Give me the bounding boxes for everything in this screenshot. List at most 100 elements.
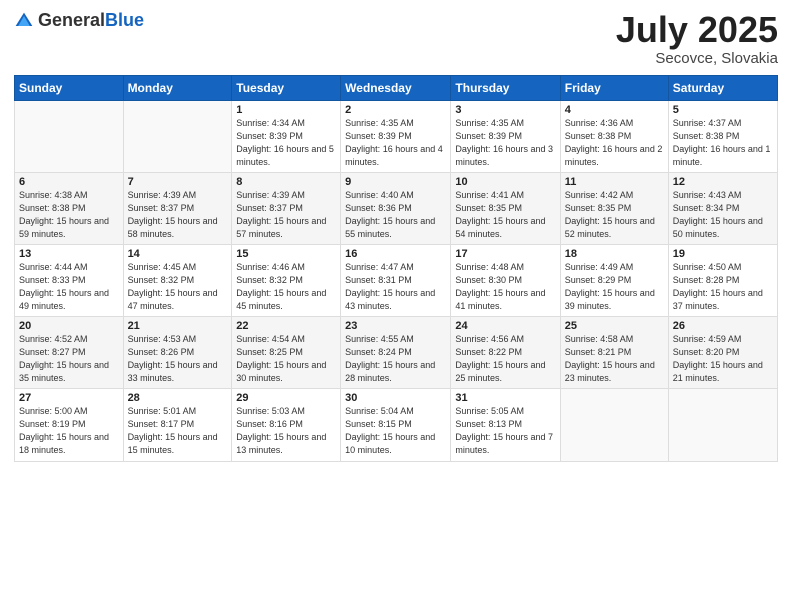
day-info: Sunrise: 4:48 AMSunset: 8:30 PMDaylight:… [455,261,555,313]
table-row: 12Sunrise: 4:43 AMSunset: 8:34 PMDayligh… [668,172,777,244]
day-info: Sunrise: 5:05 AMSunset: 8:13 PMDaylight:… [455,405,555,457]
day-info: Sunrise: 4:47 AMSunset: 8:31 PMDaylight:… [345,261,446,313]
title-block: July 2025 Secovce, Slovakia [616,10,778,67]
day-info: Sunrise: 5:04 AMSunset: 8:15 PMDaylight:… [345,405,446,457]
table-row: 17Sunrise: 4:48 AMSunset: 8:30 PMDayligh… [451,244,560,316]
day-number: 7 [128,176,228,188]
location-subtitle: Secovce, Slovakia [616,50,778,67]
day-number: 30 [345,392,446,404]
table-row: 10Sunrise: 4:41 AMSunset: 8:35 PMDayligh… [451,172,560,244]
table-row: 7Sunrise: 4:39 AMSunset: 8:37 PMDaylight… [123,172,232,244]
header-friday: Friday [560,75,668,100]
page: GeneralBlue July 2025 Secovce, Slovakia … [0,0,792,612]
day-number: 9 [345,176,446,188]
day-number: 14 [128,248,228,260]
day-number: 16 [345,248,446,260]
table-row: 6Sunrise: 4:38 AMSunset: 8:38 PMDaylight… [15,172,124,244]
table-row: 28Sunrise: 5:01 AMSunset: 8:17 PMDayligh… [123,389,232,461]
day-number: 31 [455,392,555,404]
logo: GeneralBlue [14,10,144,31]
day-number: 4 [565,104,664,116]
header-sunday: Sunday [15,75,124,100]
header-monday: Monday [123,75,232,100]
table-row [668,389,777,461]
day-info: Sunrise: 5:00 AMSunset: 8:19 PMDaylight:… [19,405,119,457]
day-info: Sunrise: 4:40 AMSunset: 8:36 PMDaylight:… [345,189,446,241]
day-info: Sunrise: 4:59 AMSunset: 8:20 PMDaylight:… [673,333,773,385]
table-row: 21Sunrise: 4:53 AMSunset: 8:26 PMDayligh… [123,317,232,389]
table-row: 27Sunrise: 5:00 AMSunset: 8:19 PMDayligh… [15,389,124,461]
day-number: 12 [673,176,773,188]
table-row: 3Sunrise: 4:35 AMSunset: 8:39 PMDaylight… [451,100,560,172]
day-number: 8 [236,176,336,188]
table-row: 1Sunrise: 4:34 AMSunset: 8:39 PMDaylight… [232,100,341,172]
week-row-1: 6Sunrise: 4:38 AMSunset: 8:38 PMDaylight… [15,172,778,244]
week-row-0: 1Sunrise: 4:34 AMSunset: 8:39 PMDaylight… [15,100,778,172]
day-info: Sunrise: 5:01 AMSunset: 8:17 PMDaylight:… [128,405,228,457]
day-info: Sunrise: 4:54 AMSunset: 8:25 PMDaylight:… [236,333,336,385]
table-row: 15Sunrise: 4:46 AMSunset: 8:32 PMDayligh… [232,244,341,316]
day-number: 6 [19,176,119,188]
day-info: Sunrise: 4:42 AMSunset: 8:35 PMDaylight:… [565,189,664,241]
day-number: 17 [455,248,555,260]
logo-icon [14,11,34,31]
table-row: 30Sunrise: 5:04 AMSunset: 8:15 PMDayligh… [341,389,451,461]
table-row: 31Sunrise: 5:05 AMSunset: 8:13 PMDayligh… [451,389,560,461]
table-row: 20Sunrise: 4:52 AMSunset: 8:27 PMDayligh… [15,317,124,389]
table-row: 19Sunrise: 4:50 AMSunset: 8:28 PMDayligh… [668,244,777,316]
calendar-table: Sunday Monday Tuesday Wednesday Thursday… [14,75,778,462]
table-row: 26Sunrise: 4:59 AMSunset: 8:20 PMDayligh… [668,317,777,389]
day-number: 13 [19,248,119,260]
day-number: 21 [128,320,228,332]
table-row: 11Sunrise: 4:42 AMSunset: 8:35 PMDayligh… [560,172,668,244]
day-info: Sunrise: 4:58 AMSunset: 8:21 PMDaylight:… [565,333,664,385]
day-info: Sunrise: 4:53 AMSunset: 8:26 PMDaylight:… [128,333,228,385]
day-info: Sunrise: 4:39 AMSunset: 8:37 PMDaylight:… [236,189,336,241]
day-number: 18 [565,248,664,260]
day-info: Sunrise: 4:56 AMSunset: 8:22 PMDaylight:… [455,333,555,385]
table-row: 22Sunrise: 4:54 AMSunset: 8:25 PMDayligh… [232,317,341,389]
day-info: Sunrise: 4:37 AMSunset: 8:38 PMDaylight:… [673,117,773,169]
week-row-3: 20Sunrise: 4:52 AMSunset: 8:27 PMDayligh… [15,317,778,389]
day-number: 2 [345,104,446,116]
day-number: 11 [565,176,664,188]
table-row: 25Sunrise: 4:58 AMSunset: 8:21 PMDayligh… [560,317,668,389]
day-info: Sunrise: 4:39 AMSunset: 8:37 PMDaylight:… [128,189,228,241]
day-info: Sunrise: 4:46 AMSunset: 8:32 PMDaylight:… [236,261,336,313]
table-row: 8Sunrise: 4:39 AMSunset: 8:37 PMDaylight… [232,172,341,244]
table-row: 23Sunrise: 4:55 AMSunset: 8:24 PMDayligh… [341,317,451,389]
day-number: 27 [19,392,119,404]
header-thursday: Thursday [451,75,560,100]
day-number: 24 [455,320,555,332]
day-info: Sunrise: 5:03 AMSunset: 8:16 PMDaylight:… [236,405,336,457]
day-info: Sunrise: 4:45 AMSunset: 8:32 PMDaylight:… [128,261,228,313]
table-row: 9Sunrise: 4:40 AMSunset: 8:36 PMDaylight… [341,172,451,244]
day-number: 28 [128,392,228,404]
day-info: Sunrise: 4:44 AMSunset: 8:33 PMDaylight:… [19,261,119,313]
table-row [560,389,668,461]
logo-general: General [38,10,105,30]
day-info: Sunrise: 4:50 AMSunset: 8:28 PMDaylight:… [673,261,773,313]
table-row: 16Sunrise: 4:47 AMSunset: 8:31 PMDayligh… [341,244,451,316]
header: GeneralBlue July 2025 Secovce, Slovakia [14,10,778,67]
table-row: 4Sunrise: 4:36 AMSunset: 8:38 PMDaylight… [560,100,668,172]
week-row-4: 27Sunrise: 5:00 AMSunset: 8:19 PMDayligh… [15,389,778,461]
month-title: July 2025 [616,10,778,50]
header-wednesday: Wednesday [341,75,451,100]
header-tuesday: Tuesday [232,75,341,100]
day-number: 19 [673,248,773,260]
day-info: Sunrise: 4:43 AMSunset: 8:34 PMDaylight:… [673,189,773,241]
table-row: 14Sunrise: 4:45 AMSunset: 8:32 PMDayligh… [123,244,232,316]
week-row-2: 13Sunrise: 4:44 AMSunset: 8:33 PMDayligh… [15,244,778,316]
day-info: Sunrise: 4:41 AMSunset: 8:35 PMDaylight:… [455,189,555,241]
day-number: 3 [455,104,555,116]
table-row: 18Sunrise: 4:49 AMSunset: 8:29 PMDayligh… [560,244,668,316]
day-number: 22 [236,320,336,332]
table-row: 24Sunrise: 4:56 AMSunset: 8:22 PMDayligh… [451,317,560,389]
calendar-header-row: Sunday Monday Tuesday Wednesday Thursday… [15,75,778,100]
day-number: 23 [345,320,446,332]
logo-text: GeneralBlue [38,10,144,31]
day-info: Sunrise: 4:34 AMSunset: 8:39 PMDaylight:… [236,117,336,169]
day-info: Sunrise: 4:38 AMSunset: 8:38 PMDaylight:… [19,189,119,241]
day-number: 5 [673,104,773,116]
